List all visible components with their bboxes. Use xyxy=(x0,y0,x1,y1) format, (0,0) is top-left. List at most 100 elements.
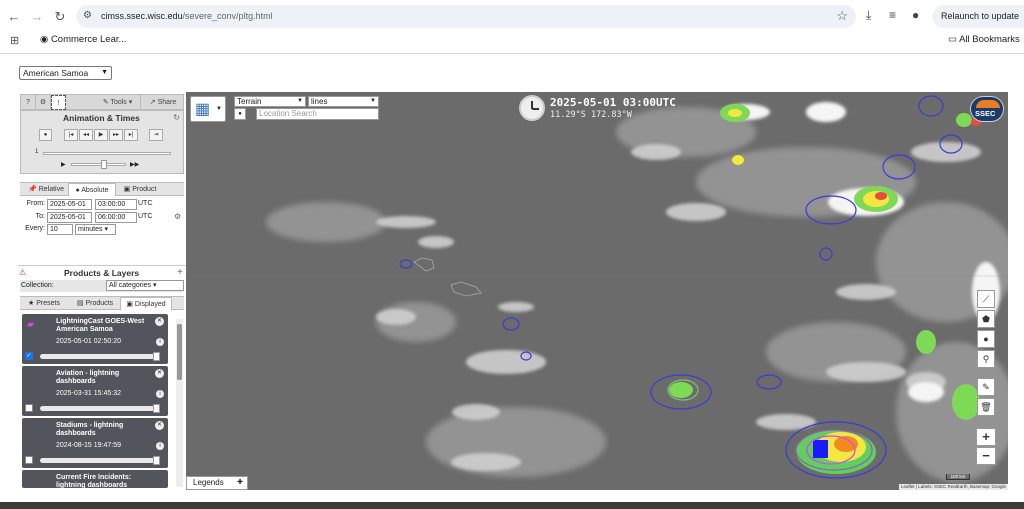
bottom-bar xyxy=(0,502,1024,509)
map-attribution: Leaflet | Labels: SSEC RealEarth, Basema… xyxy=(899,484,1008,490)
play-button[interactable]: ▶ xyxy=(94,129,108,141)
download-icon[interactable]: ⤓ xyxy=(866,8,871,23)
pin-icon: ✚ xyxy=(237,479,243,486)
layer-time: 2025-03-31 15:45:32 xyxy=(56,390,121,397)
add-icon[interactable]: + xyxy=(177,267,183,278)
last-frame-button[interactable]: ▸| xyxy=(124,129,138,141)
remove-layer-icon[interactable]: ✕ xyxy=(155,317,164,326)
clock-icon xyxy=(519,95,545,121)
legends-button[interactable]: Legends ✚ xyxy=(186,476,248,490)
layer-item[interactable]: Aviation - lightning dashboards 2025-03-… xyxy=(22,366,168,416)
layer-item[interactable]: Current Fire Incidents: lightning dashbo… xyxy=(22,470,168,488)
layer-name: LightningCast GOES-West American Samoa xyxy=(56,318,145,333)
speed-slider-knob[interactable] xyxy=(101,160,107,169)
satellite-imagery xyxy=(186,95,1008,482)
lightning-layer-icon: ▰ xyxy=(27,319,34,329)
stop-button[interactable]: ● xyxy=(39,129,52,141)
from-date-input[interactable]: 2025-05-01 xyxy=(47,199,92,210)
tab-presets[interactable]: ★ Presets xyxy=(24,297,64,310)
opacity-slider[interactable] xyxy=(40,456,160,465)
opacity-slider[interactable] xyxy=(40,352,160,361)
tab-relative[interactable]: 📌 Relative xyxy=(24,183,68,196)
from-time-input[interactable]: 03:00:00 xyxy=(95,199,137,210)
zoom-out-button[interactable]: − xyxy=(976,447,996,465)
media-icon[interactable]: ≡ xyxy=(889,8,896,22)
layer-switcher-button[interactable]: ▦ ▼ xyxy=(190,96,226,122)
speed-slider[interactable] xyxy=(71,163,126,166)
loop-button[interactable]: ⇥ xyxy=(149,129,163,141)
layer-info-icon[interactable]: i xyxy=(156,442,164,450)
remove-layer-icon[interactable]: ✕ xyxy=(155,369,164,378)
every-unit-select[interactable]: minutes ▾ xyxy=(75,224,116,235)
site-info-icon[interactable]: ⚙ xyxy=(83,10,92,21)
tab-product[interactable]: ▣ Product xyxy=(118,183,162,196)
layer-visible-checkbox[interactable] xyxy=(25,404,33,412)
apps-icon[interactable]: ⊞ xyxy=(10,34,19,47)
every-input[interactable]: 10 xyxy=(47,224,73,235)
all-bookmarks[interactable]: ▭ All Bookmarks xyxy=(948,34,1020,45)
layer-time: 2025-05-01 02:50:20 xyxy=(56,338,121,345)
from-tz: UTC xyxy=(138,200,153,207)
settings-tab[interactable]: ⚙ xyxy=(36,95,51,110)
reload-icon[interactable]: ↻ xyxy=(52,9,68,25)
chevron-down-icon: ▼ xyxy=(216,106,222,112)
ssec-logo[interactable]: SSEC xyxy=(970,96,1004,122)
settings-icon[interactable]: ⚙ xyxy=(174,212,181,221)
from-label: From: xyxy=(26,200,45,207)
layer-info-icon[interactable]: i xyxy=(156,338,164,346)
draw-polygon-icon[interactable]: ⬟ xyxy=(977,310,995,328)
bookmark-star-icon[interactable]: ☆ xyxy=(836,8,848,24)
step-forward-button[interactable]: ▸▸ xyxy=(109,129,123,141)
draw-line-icon[interactable]: ⟋ xyxy=(977,290,995,308)
profile-icon[interactable]: ● xyxy=(912,8,919,22)
relaunch-button[interactable]: Relaunch to update xyxy=(932,5,1024,28)
basemap-select[interactable]: Terrain ▼ xyxy=(234,96,306,107)
remove-layer-icon[interactable]: ✕ xyxy=(155,421,164,430)
layer-item[interactable]: ▰ LightningCast GOES-West American Samoa… xyxy=(22,314,168,364)
search-pin-icon[interactable]: ● xyxy=(234,108,246,120)
tab-absolute[interactable]: ● Absolute xyxy=(68,183,116,196)
bookmark-commerce[interactable]: ◉ Commerce Lear... xyxy=(40,34,126,45)
opacity-knob[interactable] xyxy=(153,352,160,361)
overlay-select[interactable]: lines ▼ xyxy=(308,96,379,107)
scroll-thumb[interactable] xyxy=(177,324,182,380)
tab-products[interactable]: ▤ Products xyxy=(70,297,120,310)
address-bar[interactable]: ⚙ cimss.ssec.wisc.edu/severe_conv/pltg.h… xyxy=(76,5,856,28)
tab-displayed[interactable]: ▣ Displayed xyxy=(120,297,172,310)
refresh-icon[interactable]: ↻ xyxy=(173,113,180,122)
opacity-knob[interactable] xyxy=(153,404,160,413)
share-tab[interactable]: ↗ Share xyxy=(141,95,185,110)
globe-icon: ◉ xyxy=(40,34,51,45)
chevron-down-icon: ▼ xyxy=(101,69,108,76)
collection-row: Collection: All categories ▾ xyxy=(20,280,184,292)
edit-icon[interactable]: ✎ xyxy=(977,378,995,396)
map-view[interactable]: ▦ ▼ Terrain ▼ lines ▼ ● Location Search 20… xyxy=(186,92,1008,490)
help-tab[interactable]: ? xyxy=(21,95,36,110)
layer-name: Current Fire Incidents: lightning dashbo… xyxy=(56,474,132,488)
layer-list-scrollbar[interactable] xyxy=(176,319,183,487)
frame-slider[interactable] xyxy=(43,152,171,155)
location-search-input[interactable]: Location Search xyxy=(256,108,379,120)
forward-icon[interactable]: → xyxy=(29,9,45,25)
back-icon[interactable]: ← xyxy=(6,9,22,25)
zoom-in-button[interactable]: + xyxy=(976,428,996,446)
step-back-button[interactable]: ◂◂ xyxy=(79,129,93,141)
collection-select[interactable]: All categories ▾ xyxy=(106,280,184,291)
scale-bar: 100 km xyxy=(946,474,970,480)
draw-circle-icon[interactable]: ● xyxy=(977,330,995,348)
layer-info-icon[interactable]: i xyxy=(156,390,164,398)
draw-marker-icon[interactable]: ⚲ xyxy=(977,350,995,368)
to-time-input[interactable]: 06:00:00 xyxy=(95,212,137,223)
layer-visible-checkbox[interactable]: ✓ xyxy=(25,352,33,360)
layer-visible-checkbox[interactable] xyxy=(25,456,33,464)
region-select[interactable]: American Samoa ▼ xyxy=(19,66,112,80)
to-date-input[interactable]: 2025-05-01 xyxy=(47,212,92,223)
opacity-knob[interactable] xyxy=(153,456,160,465)
trash-icon[interactable]: 🗑 xyxy=(977,398,995,416)
time-mode-tabs: 📌 Relative ● Absolute ▣ Product xyxy=(20,182,184,196)
info-tab[interactable]: ! xyxy=(51,95,66,110)
layer-item[interactable]: Stadiums - lightning dashboards 2024-08-… xyxy=(22,418,168,468)
opacity-slider[interactable] xyxy=(40,404,160,413)
first-frame-button[interactable]: |◂ xyxy=(64,129,78,141)
tools-tab[interactable]: ✎ Tools ▾ xyxy=(95,95,141,110)
